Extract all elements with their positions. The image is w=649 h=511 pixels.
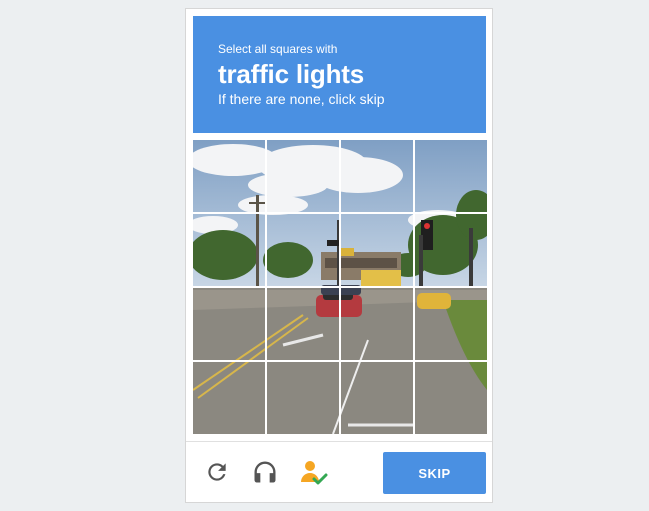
grid-tile-14[interactable] [267, 362, 339, 434]
info-button[interactable] [295, 454, 331, 490]
grid-tile-12[interactable] [415, 288, 487, 360]
target-object: traffic lights [218, 59, 364, 89]
tile-image [193, 362, 265, 434]
tile-image [415, 362, 487, 434]
tile-image [267, 214, 339, 286]
grid-tile-7[interactable] [341, 214, 413, 286]
grid-tile-5[interactable] [193, 214, 265, 286]
footer-divider [186, 441, 492, 442]
tile-image [267, 362, 339, 434]
tile-image [267, 288, 339, 360]
tile-image [193, 214, 265, 286]
headphones-icon [254, 461, 276, 483]
grid-tile-2[interactable] [267, 140, 339, 212]
challenge-header: Select all squares with traffic lights I… [193, 16, 486, 133]
person-check-icon [301, 461, 328, 485]
grid-tile-11[interactable] [341, 288, 413, 360]
tile-image [341, 140, 413, 212]
tile-image [415, 288, 487, 360]
tile-image [341, 214, 413, 286]
grid-tile-3[interactable] [341, 140, 413, 212]
instruction-top: Select all squares with [218, 42, 338, 56]
grid-tile-10[interactable] [267, 288, 339, 360]
reload-icon [208, 463, 226, 481]
skip-button[interactable]: SKIP [383, 452, 486, 494]
grid-tile-6[interactable] [267, 214, 339, 286]
reload-button[interactable] [199, 454, 235, 490]
tile-image [341, 288, 413, 360]
tile-image [267, 140, 339, 212]
grid-tile-15[interactable] [341, 362, 413, 434]
tile-image [341, 362, 413, 434]
grid-tile-4[interactable] [415, 140, 487, 212]
grid-tile-9[interactable] [193, 288, 265, 360]
grid-tile-13[interactable] [193, 362, 265, 434]
tile-image [193, 288, 265, 360]
captcha-widget: Select all squares with traffic lights I… [185, 8, 493, 503]
grid-tile-8[interactable] [415, 214, 487, 286]
tile-image [415, 214, 487, 286]
tile-image [415, 140, 487, 212]
instruction-bottom: If there are none, click skip [218, 91, 385, 107]
image-grid [193, 140, 487, 434]
audio-challenge-button[interactable] [247, 454, 283, 490]
grid-tile-1[interactable] [193, 140, 265, 212]
grid-tile-16[interactable] [415, 362, 487, 434]
tile-image [193, 140, 265, 212]
